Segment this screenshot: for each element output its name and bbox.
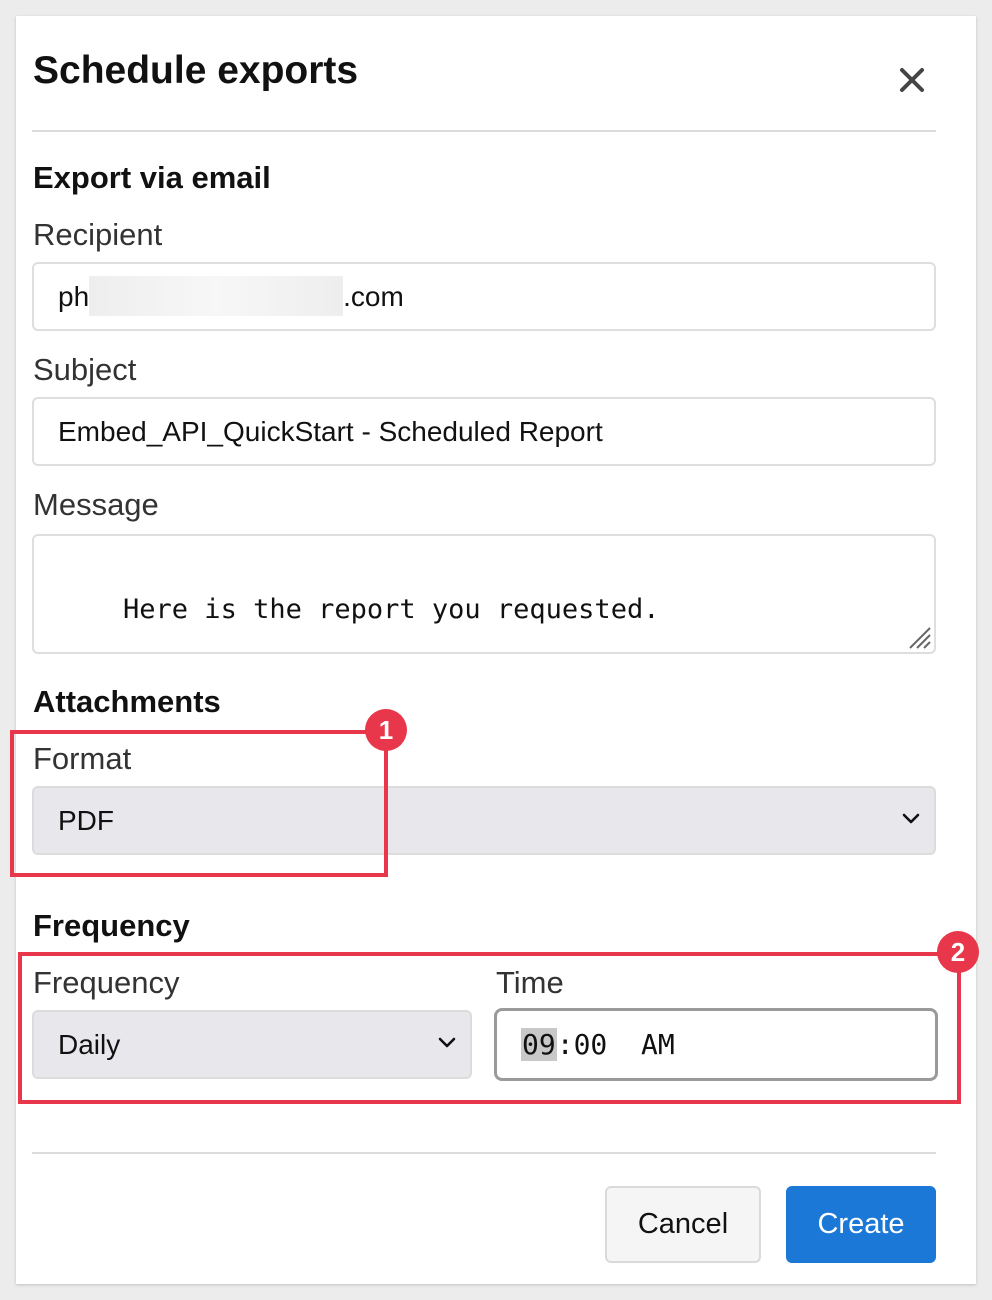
annotation-badge-2: 2 [937, 931, 979, 973]
message-value: Here is the report you requested. [123, 594, 660, 625]
recipient-suffix: .com [343, 281, 404, 312]
subject-value: Embed_API_QuickStart - Scheduled Report [58, 416, 603, 447]
frequency-select[interactable]: Daily [32, 1010, 472, 1079]
email-section-title: Export via email [33, 160, 271, 195]
create-button[interactable]: Create [786, 1186, 936, 1263]
recipient-label: Recipient [33, 217, 163, 252]
format-value: PDF [58, 805, 114, 836]
frequency-label: Frequency [33, 965, 180, 1000]
subject-input[interactable]: Embed_API_QuickStart - Scheduled Report [32, 397, 936, 466]
message-label: Message [33, 487, 159, 522]
subject-label: Subject [33, 352, 137, 387]
time-minute-segment[interactable]: 00 [574, 1028, 608, 1061]
footer-divider [32, 1152, 936, 1154]
cancel-button[interactable]: Cancel [605, 1186, 761, 1263]
time-period-segment[interactable]: AM [641, 1028, 675, 1061]
frequency-section-title: Frequency [33, 908, 190, 943]
attachments-section-title: Attachments [33, 684, 221, 719]
schedule-exports-dialog: Schedule exports Export via email Recipi… [16, 16, 976, 1284]
message-textarea[interactable]: Here is the report you requested. [32, 534, 936, 654]
close-icon [900, 68, 924, 92]
time-label: Time [496, 965, 564, 1000]
format-label: Format [33, 741, 132, 776]
chevron-down-icon [902, 813, 920, 824]
format-select[interactable]: PDF [32, 786, 936, 855]
resize-grip-icon[interactable] [906, 624, 932, 650]
chevron-down-icon [438, 1037, 456, 1048]
redacted-email [89, 275, 344, 316]
recipient-input[interactable]: ph .com [32, 262, 936, 331]
time-hour-segment[interactable]: 09 [521, 1028, 557, 1061]
time-input[interactable]: 09:00 AM [494, 1008, 938, 1081]
dialog-title: Schedule exports [33, 49, 359, 92]
header-divider [32, 130, 936, 132]
recipient-prefix: ph [58, 281, 90, 312]
frequency-value: Daily [58, 1029, 121, 1060]
annotation-badge-1: 1 [365, 709, 407, 751]
time-separator: : [556, 1028, 574, 1061]
close-button[interactable] [892, 60, 932, 100]
